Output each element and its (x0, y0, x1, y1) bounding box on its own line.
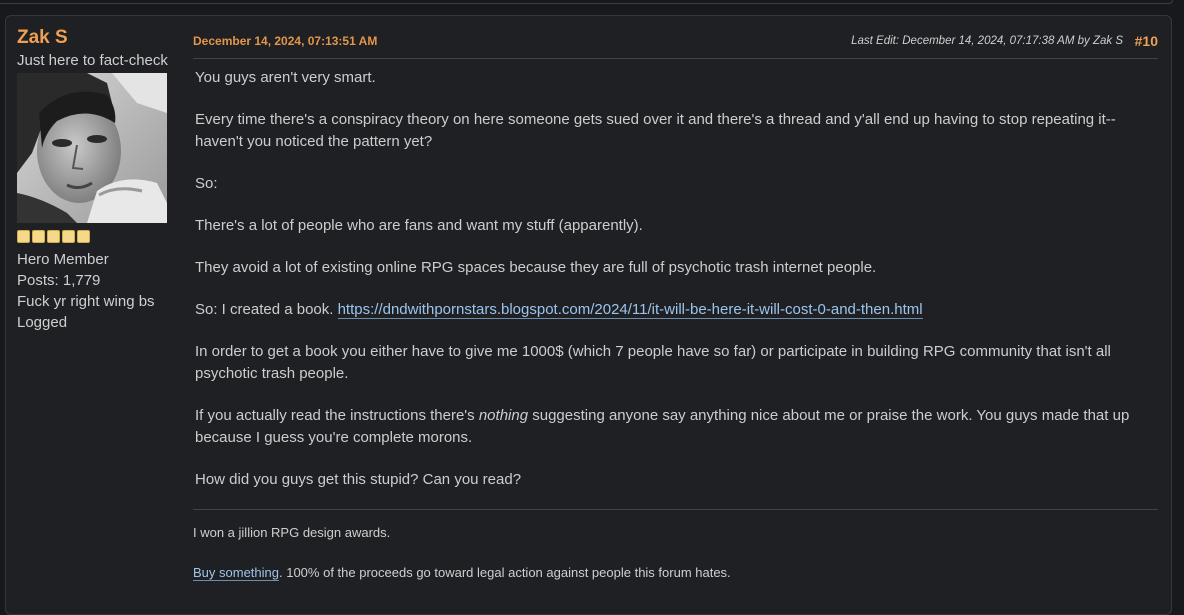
signature-line: I won a jillion RPG design awards. (193, 525, 391, 540)
rank-stars (17, 230, 177, 244)
previous-post-edge (0, 0, 1173, 4)
paragraph: You guys aren't very smart. (195, 69, 376, 86)
paragraph: There's a lot of people who are fans and… (195, 217, 643, 234)
paragraph: How did you guys get this stupid? Can yo… (195, 471, 522, 488)
paragraph: If you actually read the instructions th… (195, 405, 1155, 449)
poster-name-link[interactable]: Zak S (17, 26, 177, 50)
signature-line: Buy something. 100% of the proceeds go t… (193, 564, 731, 582)
star-icon (17, 230, 30, 243)
star-icon (62, 230, 75, 243)
post-date: December 14, 2024, 07:13:51 AM (193, 34, 378, 48)
poster-post-count: Posts: 1,779 (17, 272, 101, 289)
avatar[interactable] (17, 73, 167, 223)
signature-divider (193, 509, 1158, 510)
paragraph: Every time there's a conspiracy theory o… (195, 111, 1116, 150)
paragraph: They avoid a lot of existing online RPG … (195, 259, 877, 276)
star-icon (32, 230, 45, 243)
post-body: You guys aren't very smart. Every time t… (195, 67, 1155, 511)
forum-post: Zak S Just here to fact-check Hero Membe… (5, 15, 1172, 615)
paragraph-text: So: I created a book. (195, 301, 338, 318)
blog-link[interactable]: https://dndwithpornstars.blogspot.com/20… (337, 301, 923, 319)
poster-rank: Hero Member (17, 251, 109, 268)
paragraph: So: (195, 175, 218, 192)
buy-something-link[interactable]: Buy something (193, 565, 279, 581)
paragraph: So: I created a book. https://dndwithpor… (195, 299, 1155, 321)
signature: I won a jillion RPG design awards. Buy s… (193, 524, 731, 604)
emphasis-text: nothing (478, 407, 529, 424)
last-edit-note: Last Edit: December 14, 2024, 07:17:38 A… (851, 35, 1123, 47)
paragraph: In order to get a book you either have t… (195, 343, 1111, 382)
poster-personal-text: Fuck yr right wing bs (17, 293, 155, 310)
star-icon (77, 230, 90, 243)
header-divider (193, 58, 1158, 59)
poster-info: Zak S Just here to fact-check Hero Membe… (17, 26, 177, 333)
star-icon (47, 230, 60, 243)
poster-custom-title: Just here to fact-check (17, 52, 168, 69)
signature-text: . 100% of the proceeds go toward legal a… (279, 565, 731, 580)
logged-status: Logged (17, 314, 68, 331)
paragraph-text: If you actually read the instructions th… (195, 407, 479, 424)
avatar-photo (17, 73, 167, 223)
post-number-link[interactable]: #10 (1135, 33, 1158, 49)
